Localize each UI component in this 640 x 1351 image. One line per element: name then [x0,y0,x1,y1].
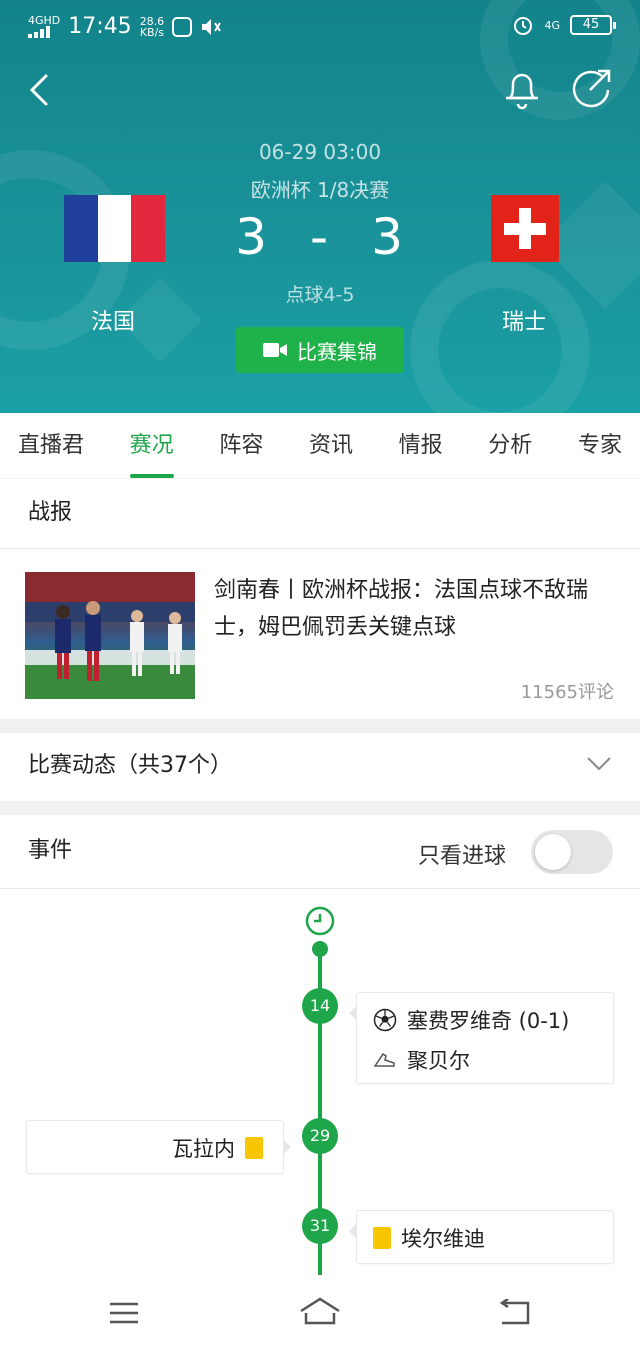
mute-icon [202,18,222,35]
yellow-card-icon [245,1137,263,1159]
tab-lineup[interactable]: 阵容 [219,413,263,478]
yellow-card-row: 瓦拉内 [172,1133,263,1163]
boot-icon [373,1052,395,1067]
yellow-card-event-card[interactable]: 瓦拉内 [26,1120,291,1174]
timeline-start-dot [312,941,328,957]
assist-row: 聚贝尔 [373,1045,597,1075]
tab-bar: 直播君 赛况 阵容 资讯 情报 分析 专家 [0,413,640,479]
match-dynamics-header[interactable]: 比赛动态（共37个） [0,733,640,801]
tab-analysis[interactable]: 分析 [488,413,532,478]
clock-time: 17:45 [68,14,132,39]
home-team-name[interactable]: 法国 [91,304,135,336]
card-player: 瓦拉内 [172,1137,235,1161]
card-player: 埃尔维迪 [401,1227,485,1251]
goal-row: 塞费罗维奇 (0-1) [373,1005,597,1035]
yellow-card-event-card[interactable]: 埃尔维迪 [349,1210,614,1264]
event-minute: 31 [302,1208,338,1244]
away-score: 3 [371,208,405,266]
event-minute: 14 [302,988,338,1024]
divider [0,888,640,889]
goals-only-toggle[interactable] [531,830,613,874]
match-header: 4GHD 17:45 28.6 KB/s 4G 45 06-29 03:00 欧洲… [0,0,640,413]
back-nav-icon[interactable] [498,1299,532,1327]
network-indicator: 4GHD [28,15,60,38]
video-camera-icon [263,343,287,357]
report-section-title: 战报 [0,490,640,536]
away-team-name[interactable]: 瑞士 [502,304,546,336]
yellow-card-row: 埃尔维迪 [373,1223,597,1253]
menu-icon[interactable] [108,1301,140,1325]
score-separator: - [309,208,331,266]
tab-news[interactable]: 资讯 [309,413,353,478]
news-thumbnail[interactable] [25,572,195,699]
goal-scorer: 塞费罗维奇 (0-1) [407,1009,570,1033]
tab-match-status[interactable]: 赛况 [129,413,174,478]
assist-player: 聚贝尔 [407,1049,470,1073]
network-speed: 28.6 KB/s [139,14,165,39]
penalty-result: 点球4-5 [285,284,355,306]
mobile-data-icon: 4G [544,18,560,32]
news-headline[interactable]: 剑南春丨欧洲杯战报：法国点球不敌瑞士，姆巴佩罚丢关键点球 [214,572,614,646]
share-icon[interactable] [570,66,614,110]
back-icon[interactable] [26,72,56,108]
event-minute: 29 [302,1118,338,1154]
clock-icon [305,906,335,936]
status-bar: 4GHD 17:45 28.6 KB/s 4G 45 [0,14,640,44]
tab-intel[interactable]: 情报 [399,413,443,478]
players-image [25,572,195,699]
scoreboard: 3-3 [0,208,640,266]
card-pointer [349,1223,357,1239]
soccer-ball-icon [373,1008,397,1032]
chevron-down-icon[interactable] [586,753,612,773]
battery-indicator: 45 [570,15,616,35]
system-navigation-bar [0,1275,640,1351]
tab-live[interactable]: 直播君 [18,413,84,478]
home-score: 3 [235,208,269,266]
goals-only-label: 只看进球 [418,844,507,869]
match-datetime: 06-29 03:00 [258,140,382,164]
highlights-button[interactable]: 比赛集锦 [236,327,404,373]
comment-count[interactable]: 11565评论 [521,678,614,704]
section-separator [0,801,640,815]
alarm-icon [514,17,533,35]
goal-event-card[interactable]: 塞费罗维奇 (0-1) 聚贝尔 [349,992,614,1084]
card-pointer [283,1139,291,1155]
card-pointer [349,1005,357,1021]
section-separator [0,719,640,733]
divider [0,548,640,549]
tab-experts[interactable]: 专家 [578,413,622,478]
yellow-card-icon [373,1227,391,1249]
bell-icon[interactable] [502,66,542,110]
home-icon[interactable] [298,1295,342,1327]
app-notification-icon [172,16,193,37]
highlights-label: 比赛集锦 [297,339,377,364]
